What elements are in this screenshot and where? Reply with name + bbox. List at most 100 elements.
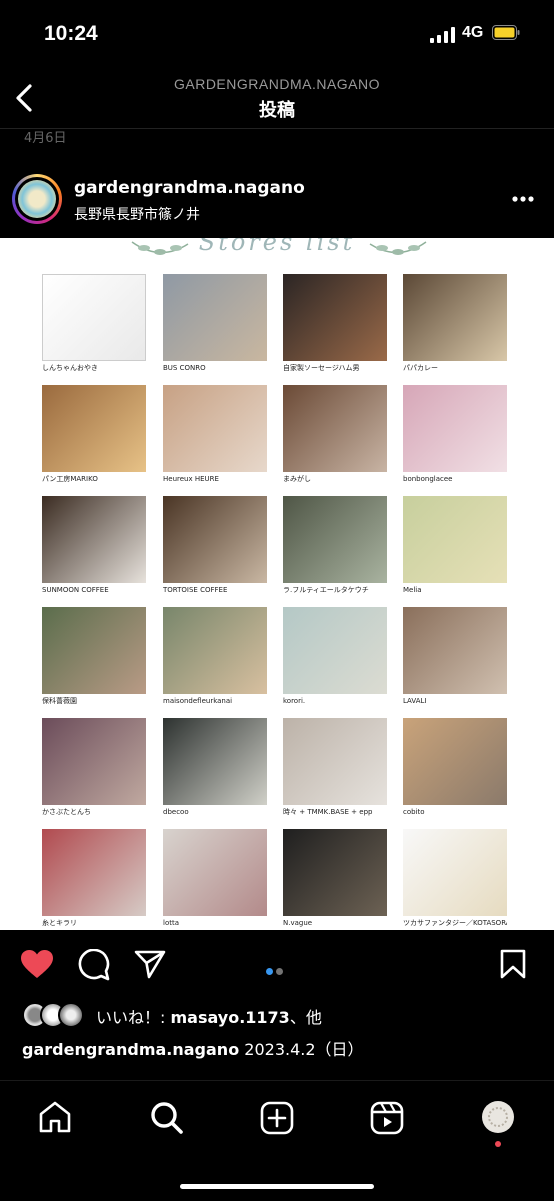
store-photo — [163, 829, 267, 916]
store-name: ツカサファンタジー／KOTASORAWORKS — [403, 919, 507, 927]
reels-icon[interactable] — [370, 1101, 404, 1135]
store-name: かさぶたとんち — [42, 808, 91, 816]
store-photo — [283, 607, 387, 694]
bookmark-icon[interactable] — [500, 949, 526, 979]
store-name: パパカレー — [403, 364, 438, 372]
post-author: gardengrandma.nagano 長野県長野市篠ノ井 — [0, 160, 554, 238]
store-tile: bonbonglacee — [403, 385, 507, 486]
notification-dot-icon — [495, 1141, 501, 1147]
carousel-dot — [276, 968, 283, 975]
network-label: 4G — [462, 24, 484, 41]
store-name: 保科薔薇園 — [42, 697, 77, 705]
store-name: しんちゃんおやき — [42, 364, 98, 372]
heart-icon[interactable] — [20, 949, 54, 979]
status-bar: 10:24 4G — [0, 0, 554, 70]
store-name: 時々 + TMMK.BASE + epp — [283, 808, 373, 816]
home-icon[interactable] — [38, 1101, 72, 1133]
post-image[interactable]: Stores list しんちゃんおやき BUS CONRO 自家製ソーセージハム男… — [0, 238, 554, 930]
store-name: SUNMOON COFFEE — [42, 586, 109, 594]
store-photo — [403, 274, 507, 361]
store-tile: dbecoo — [163, 718, 267, 819]
store-photo — [42, 607, 146, 694]
store-name: TORTOISE COFFEE — [163, 586, 228, 594]
liker-avatar — [58, 1002, 84, 1028]
store-photo — [283, 829, 387, 916]
store-tile: maisondefleurkanai — [163, 607, 267, 708]
carousel-dot-active — [266, 968, 273, 975]
signal-icon — [430, 27, 455, 43]
store-photo — [403, 496, 507, 583]
comment-icon[interactable] — [78, 949, 110, 981]
store-photo — [163, 274, 267, 361]
store-photo — [403, 829, 507, 916]
store-photo — [283, 718, 387, 805]
store-tile: cobito — [403, 718, 507, 819]
store-tile: かさぶたとんち — [42, 718, 146, 819]
store-tile: TORTOISE COFFEE — [163, 496, 267, 597]
store-name: maisondefleurkanai — [163, 697, 233, 705]
store-name: korori. — [283, 697, 306, 705]
store-photo — [163, 496, 267, 583]
store-photo — [283, 496, 387, 583]
store-name: dbecoo — [163, 808, 189, 816]
more-icon[interactable] — [512, 196, 534, 202]
likes-suffix: 、他 — [289, 1008, 322, 1027]
store-photo — [283, 274, 387, 361]
share-icon[interactable] — [134, 949, 166, 979]
status-time: 10:24 — [44, 22, 98, 45]
likes-row[interactable]: いいね！: masayo.1173、他 — [22, 1000, 542, 1028]
store-name: N.vague — [283, 919, 313, 927]
author-location[interactable]: 長野県長野市篠ノ井 — [74, 204, 200, 224]
store-photo — [42, 718, 146, 805]
store-tile: SUNMOON COFFEE — [42, 496, 146, 597]
store-tile: Melia — [403, 496, 507, 597]
store-photo — [403, 718, 507, 805]
profile-icon[interactable] — [480, 1099, 516, 1135]
battery-icon — [492, 25, 520, 40]
caption-username[interactable]: gardengrandma.nagano — [22, 1040, 239, 1059]
store-tile: 自家製ソーセージハム男 — [283, 274, 387, 375]
store-photo — [403, 607, 507, 694]
avatar[interactable] — [12, 174, 62, 224]
store-name: bonbonglacee — [403, 475, 453, 483]
bottom-tab-bar — [0, 1080, 554, 1201]
store-photo — [163, 607, 267, 694]
post-date: 4月6日 — [24, 131, 67, 146]
store-name: ラ.フルティエールタケウチ — [283, 586, 369, 594]
store-name: 自家製ソーセージハム男 — [283, 364, 360, 372]
store-name: パン工房MARIKO — [42, 475, 98, 483]
store-photo — [42, 274, 146, 361]
search-icon[interactable] — [150, 1101, 184, 1135]
store-tile: 時々 + TMMK.BASE + epp — [283, 718, 387, 819]
liker-username[interactable]: masayo.1173 — [170, 1008, 289, 1027]
store-photo — [42, 385, 146, 472]
create-icon[interactable] — [260, 1101, 294, 1135]
nav-header: GARDENGRANDMA.NAGANO 投稿 — [0, 70, 554, 129]
store-photo — [42, 496, 146, 583]
store-tile: パパカレー — [403, 274, 507, 375]
store-tile: 糸とキラリ — [42, 829, 146, 930]
author-username[interactable]: gardengrandma.nagano — [74, 178, 305, 198]
store-tile: パン工房MARIKO — [42, 385, 146, 486]
page-title: 投稿 — [259, 100, 295, 121]
store-tile: ラ.フルティエールタケウチ — [283, 496, 387, 597]
carousel-indicator — [266, 960, 286, 979]
store-photo — [403, 385, 507, 472]
post-caption: gardengrandma.nagano 2023.4.2（日） — [22, 1036, 364, 1060]
likes-text: いいね！: masayo.1173、他 — [96, 1004, 322, 1028]
nav-handle: GARDENGRANDMA.NAGANO — [173, 76, 381, 92]
store-tile: まみがし — [283, 385, 387, 486]
stores-list-title: Stores list — [198, 238, 356, 256]
home-indicator — [180, 1184, 374, 1189]
store-tile: 保科薔薇園 — [42, 607, 146, 708]
store-name: まみがし — [283, 475, 311, 483]
store-name: 糸とキラリ — [42, 919, 77, 927]
caption-text: 2023.4.2（日） — [239, 1040, 364, 1059]
store-name: Melia — [403, 586, 422, 594]
store-tile: Heureux HEURE — [163, 385, 267, 486]
store-name: BUS CONRO — [163, 364, 206, 372]
store-name: Heureux HEURE — [163, 475, 219, 483]
store-tile: N.vague — [283, 829, 387, 930]
store-name: cobito — [403, 808, 425, 816]
store-tile: LAVALI — [403, 607, 507, 708]
